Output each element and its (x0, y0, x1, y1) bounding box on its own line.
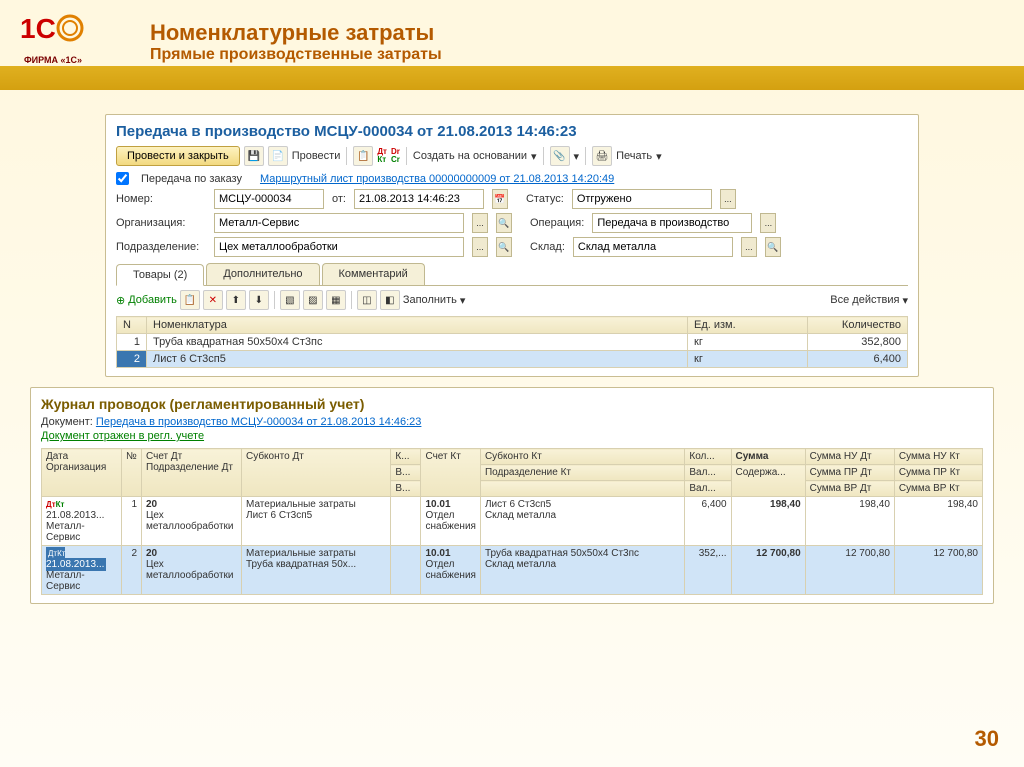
t5-icon[interactable]: ◧ (380, 290, 400, 310)
journal-row[interactable]: ДтКт 21.08.2013...Металл-Сервис 2 20Цех … (42, 546, 983, 595)
provesti-text[interactable]: Провести (292, 150, 341, 162)
jcol-kol[interactable]: Кол... (685, 449, 731, 465)
document-panel: Передача в производство МСЦУ-000034 от 2… (105, 114, 919, 377)
oper-dots-icon[interactable]: ... (760, 213, 776, 233)
print-icon[interactable]: 🖨 (592, 146, 612, 166)
journal-status[interactable]: Документ отражен в регл. учете (41, 430, 983, 442)
sklad-field[interactable] (573, 237, 733, 257)
peredacha-label: Передача по заказу (141, 173, 242, 185)
jcol-nu-kt[interactable]: Сумма НУ Кт (894, 449, 982, 465)
tab-kommentariy[interactable]: Комментарий (322, 263, 425, 285)
attach-icon[interactable]: 📎 (550, 146, 570, 166)
up-icon[interactable]: ⬆ (226, 290, 246, 310)
peredacha-checkbox[interactable] (116, 172, 129, 185)
org-label: Организация: (116, 217, 206, 229)
podr-label: Подразделение: (116, 241, 206, 253)
org-field[interactable] (214, 213, 464, 233)
add-icon[interactable]: ⊕ (116, 294, 125, 307)
ot-label: от: (332, 193, 346, 205)
add-button[interactable]: Добавить (128, 294, 177, 306)
status-label: Статус: (526, 193, 564, 205)
logo-caption: ФИРМА «1С» (18, 55, 88, 65)
t1-icon[interactable]: ▧ (280, 290, 300, 310)
jcol-summa: Сумма (731, 449, 805, 465)
journal-row[interactable]: ДтКт 21.08.2013...Металл-Сервис 1 20Цех … (42, 497, 983, 546)
journal-doc-link[interactable]: Передача в производство МСЦУ-000034 от 2… (96, 416, 422, 428)
doc-toolbar: Провести и закрыть 💾 📄 Провести 📋 ДтКт D… (116, 146, 908, 166)
sozdat-button[interactable]: Создать на основании (413, 150, 527, 162)
podr-field[interactable] (214, 237, 464, 257)
svg-text:1C: 1C (20, 13, 56, 44)
org-dots-icon[interactable]: ... (472, 213, 488, 233)
col-ed[interactable]: Ед. изм. (688, 317, 808, 334)
all-actions-button[interactable]: Все действия (830, 294, 899, 306)
provesti-icon[interactable]: 📄 (268, 146, 288, 166)
nomer-field[interactable] (214, 189, 324, 209)
table-row[interactable]: 1 Труба квадратная 50х50х4 Ст3пс кг 352,… (117, 334, 908, 351)
journal-title: Журнал проводок (регламентированный учет… (41, 396, 983, 412)
col-n[interactable]: N (117, 317, 147, 334)
nomer-label: Номер: (116, 193, 206, 205)
page-header: Номенклатурные затраты Прямые производст… (150, 20, 1004, 64)
table-toolbar: ⊕ Добавить 📋 ✕ ⬆ ⬇ ▧ ▨ ▦ ◫ ◧ Заполнить▾ … (116, 286, 908, 314)
dtcr-icon-2[interactable]: DrCr (391, 148, 400, 164)
tab-tovary[interactable]: Товары (2) (116, 264, 204, 286)
status-dropdown-icon[interactable]: ... (720, 189, 736, 209)
journal-table: ДатаОрганизация № Счет ДтПодразделение Д… (41, 448, 983, 595)
t2-icon[interactable]: ▨ (303, 290, 323, 310)
journal-doc-label: Документ: (41, 416, 93, 428)
down-icon[interactable]: ⬇ (249, 290, 269, 310)
sklad-search-icon[interactable]: 🔍 (765, 237, 781, 257)
t3-icon[interactable]: ▦ (326, 290, 346, 310)
status-field[interactable] (572, 189, 712, 209)
jcol-sub-kt[interactable]: Субконто Кт (480, 449, 684, 465)
org-search-icon[interactable]: 🔍 (496, 213, 512, 233)
jcol-k[interactable]: К... (391, 449, 421, 465)
col-kol[interactable]: Количество (808, 317, 908, 334)
pechat-button[interactable]: Печать (616, 150, 652, 162)
logo: 1C ФИРМА «1С» (18, 10, 88, 65)
route-link[interactable]: Маршрутный лист производства 00000000009… (260, 173, 614, 185)
provesti-zakryt-button[interactable]: Провести и закрыть (116, 146, 240, 166)
delete-row-icon[interactable]: ✕ (203, 290, 223, 310)
zapolnit-button[interactable]: Заполнить (403, 294, 457, 306)
date-field[interactable] (354, 189, 484, 209)
document-title: Передача в производство МСЦУ-000034 от 2… (116, 123, 908, 140)
jcol-sub-dt[interactable]: Субконто Дт (242, 449, 391, 497)
copy-row-icon[interactable]: 📋 (180, 290, 200, 310)
tab-dopolnitelno[interactable]: Дополнительно (206, 263, 319, 285)
doc-tabs: Товары (2) Дополнительно Комментарий (116, 263, 908, 286)
journal-panel: Журнал проводок (регламентированный учет… (30, 387, 994, 604)
list-icon[interactable]: 📋 (353, 146, 373, 166)
oper-field[interactable] (592, 213, 752, 233)
save-icon[interactable]: 💾 (244, 146, 264, 166)
calendar-icon[interactable]: 📅 (492, 189, 508, 209)
jcol-n[interactable]: № (122, 449, 142, 497)
jcol-schet-dt: Счет ДтПодразделение Дт (142, 449, 242, 497)
sklad-dots-icon[interactable]: ... (741, 237, 757, 257)
jcol-date: ДатаОрганизация (42, 449, 122, 497)
dtcr-icon[interactable]: ДтКт (377, 148, 387, 164)
page-number: 30 (975, 726, 999, 752)
sklad-label: Склад: (530, 241, 565, 253)
gold-divider (0, 66, 1024, 90)
t4-icon[interactable]: ◫ (357, 290, 377, 310)
jcol-nu-dt[interactable]: Сумма НУ Дт (805, 449, 894, 465)
table-row[interactable]: 2 Лист 6 Ст3сп5 кг 6,400 (117, 351, 908, 368)
col-nomenk[interactable]: Номенклатура (147, 317, 688, 334)
items-table: N Номенклатура Ед. изм. Количество 1 Тру… (116, 316, 908, 368)
podr-search-icon[interactable]: 🔍 (496, 237, 512, 257)
podr-dots-icon[interactable]: ... (472, 237, 488, 257)
page-title: Номенклатурные затраты (150, 20, 1004, 46)
jcol-schet-kt[interactable]: Счет Кт (421, 449, 480, 497)
page-subtitle: Прямые производственные затраты (150, 46, 1004, 64)
oper-label: Операция: (530, 217, 584, 229)
